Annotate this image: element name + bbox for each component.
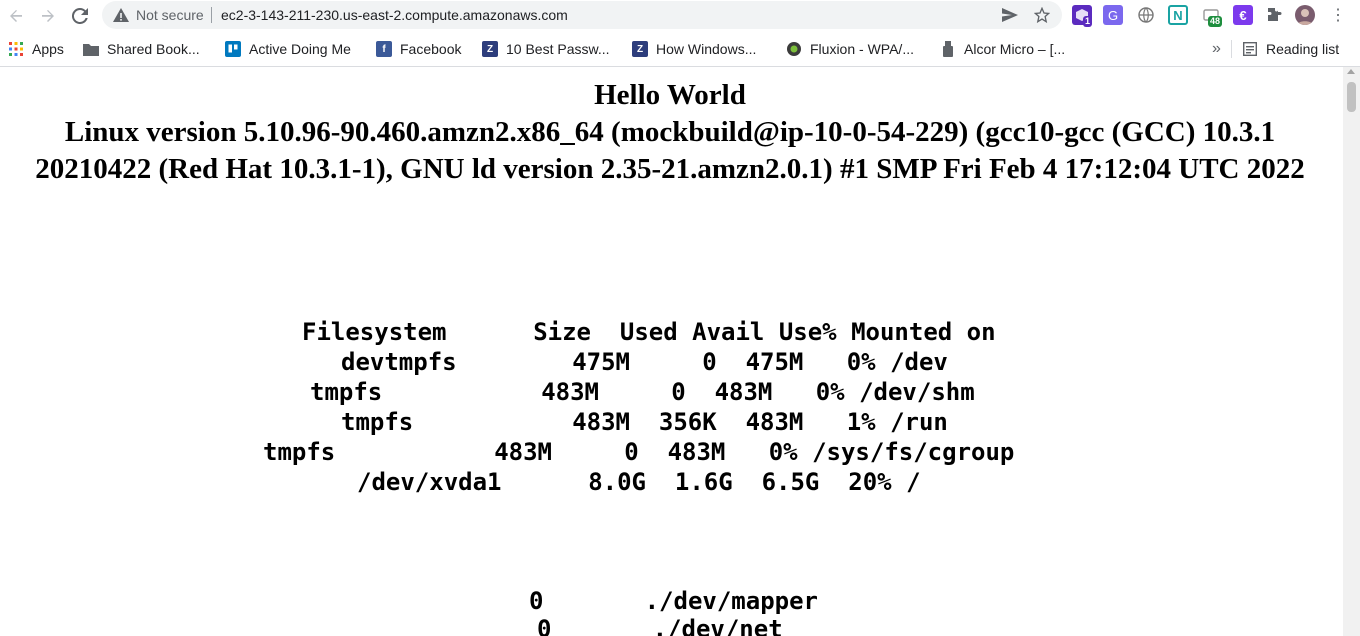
usb-icon — [940, 41, 956, 57]
browser-menu-icon[interactable]: ⋮ — [1328, 5, 1348, 25]
scroll-up-arrow-icon[interactable] — [1347, 69, 1355, 74]
address-bar[interactable]: Not secure ec2-3-143-211-230.us-east-2.c… — [102, 1, 1062, 29]
df-row: tmpfs 483M 356K 483M 1% /run — [341, 408, 948, 436]
folder-icon — [83, 41, 99, 57]
forward-button[interactable] — [36, 4, 60, 28]
extension-e-icon[interactable]: € — [1233, 5, 1253, 25]
url-text[interactable]: ec2-3-143-211-230.us-east-2.compute.amaz… — [221, 7, 568, 23]
bookmark-label: Apps — [32, 41, 64, 57]
bookmark-10-best-passwords[interactable]: Z 10 Best Passw... — [482, 40, 610, 58]
bookmark-label: Shared Book... — [107, 41, 200, 57]
bookmark-star-icon[interactable] — [1031, 4, 1053, 26]
du-row: 0 ./dev/net — [537, 615, 783, 636]
du-row: 0 ./dev/mapper — [529, 587, 818, 615]
bookmark-site-icon: Z — [482, 41, 498, 57]
bookmark-active-doing-me[interactable]: Active Doing Me — [225, 40, 351, 58]
apps-grid-icon — [8, 41, 24, 57]
bookmarks-divider — [1231, 40, 1232, 58]
extensions-puzzle-icon[interactable] — [1264, 5, 1284, 25]
df-row: /dev/xvda1 8.0G 1.6G 6.5G 20% / — [357, 468, 921, 496]
bookmark-apps[interactable]: Apps — [8, 40, 64, 58]
page-title: Hello World — [594, 79, 746, 111]
bookmark-how-windows[interactable]: Z How Windows... — [632, 40, 756, 58]
reading-list-label: Reading list — [1266, 41, 1340, 57]
df-header: Filesystem Size Used Avail Use% Mounted … — [302, 318, 996, 346]
warning-icon[interactable] — [112, 6, 130, 24]
bookmark-fluxion[interactable]: Fluxion - WPA/... — [786, 40, 914, 58]
df-row: tmpfs 483M 0 483M 0% /dev/shm — [310, 378, 975, 406]
browser-toolbar: Not secure ec2-3-143-211-230.us-east-2.c… — [0, 0, 1360, 32]
tab-counter-badge: 48 — [1208, 16, 1223, 27]
globe-icon[interactable] — [1136, 5, 1156, 25]
trello-icon — [225, 41, 241, 57]
bookmarks-bar: Apps Shared Book... Active Doing Me f Fa… — [0, 32, 1360, 67]
bookmarks-overflow-button[interactable]: » — [1212, 40, 1221, 58]
reload-icon — [72, 8, 88, 24]
security-label[interactable]: Not secure — [136, 7, 204, 23]
reading-list-icon — [1242, 41, 1258, 57]
df-row: devtmpfs 475M 0 475M 0% /dev — [341, 348, 948, 376]
bookmark-label: Alcor Micro – [... — [964, 41, 1066, 57]
bookmark-label: 10 Best Passw... — [506, 41, 610, 57]
reload-button[interactable] — [68, 4, 92, 28]
bookmark-label: Active Doing Me — [249, 41, 351, 57]
bookmark-facebook[interactable]: f Facebook — [376, 40, 461, 58]
page-content: Hello World Linux version 5.10.96-90.460… — [0, 67, 1343, 636]
back-button[interactable] — [4, 4, 28, 28]
profile-avatar-icon[interactable] — [1295, 5, 1315, 25]
scrollbar-thumb[interactable] — [1347, 82, 1356, 112]
back-arrow-icon — [10, 10, 22, 22]
bookmark-label: Fluxion - WPA/... — [810, 41, 914, 57]
df-row: tmpfs 483M 0 483M 0% /sys/fs/cgroup — [263, 438, 1015, 466]
send-tab-icon[interactable] — [999, 4, 1021, 26]
bookmark-shared-folder[interactable]: Shared Book... — [83, 40, 200, 58]
bookmark-site-icon: Z — [632, 41, 648, 57]
kernel-version-heading: Linux version 5.10.96-90.460.amzn2.x86_6… — [35, 116, 1305, 185]
fluxion-icon — [786, 41, 802, 57]
reading-list-button[interactable]: Reading list — [1242, 40, 1339, 58]
page-scrollbar[interactable] — [1343, 67, 1360, 636]
forward-arrow-icon — [42, 10, 54, 22]
bookmark-label: How Windows... — [656, 41, 757, 57]
facebook-icon: f — [376, 41, 392, 57]
translate-icon[interactable]: G — [1103, 5, 1123, 25]
extension-1-badge: 1 — [1083, 16, 1093, 27]
address-separator — [211, 7, 212, 23]
bookmark-alcor-micro[interactable]: Alcor Micro – [... — [940, 40, 1065, 58]
notion-clipper-icon[interactable]: N — [1168, 5, 1188, 25]
bookmark-label: Facebook — [400, 41, 462, 57]
